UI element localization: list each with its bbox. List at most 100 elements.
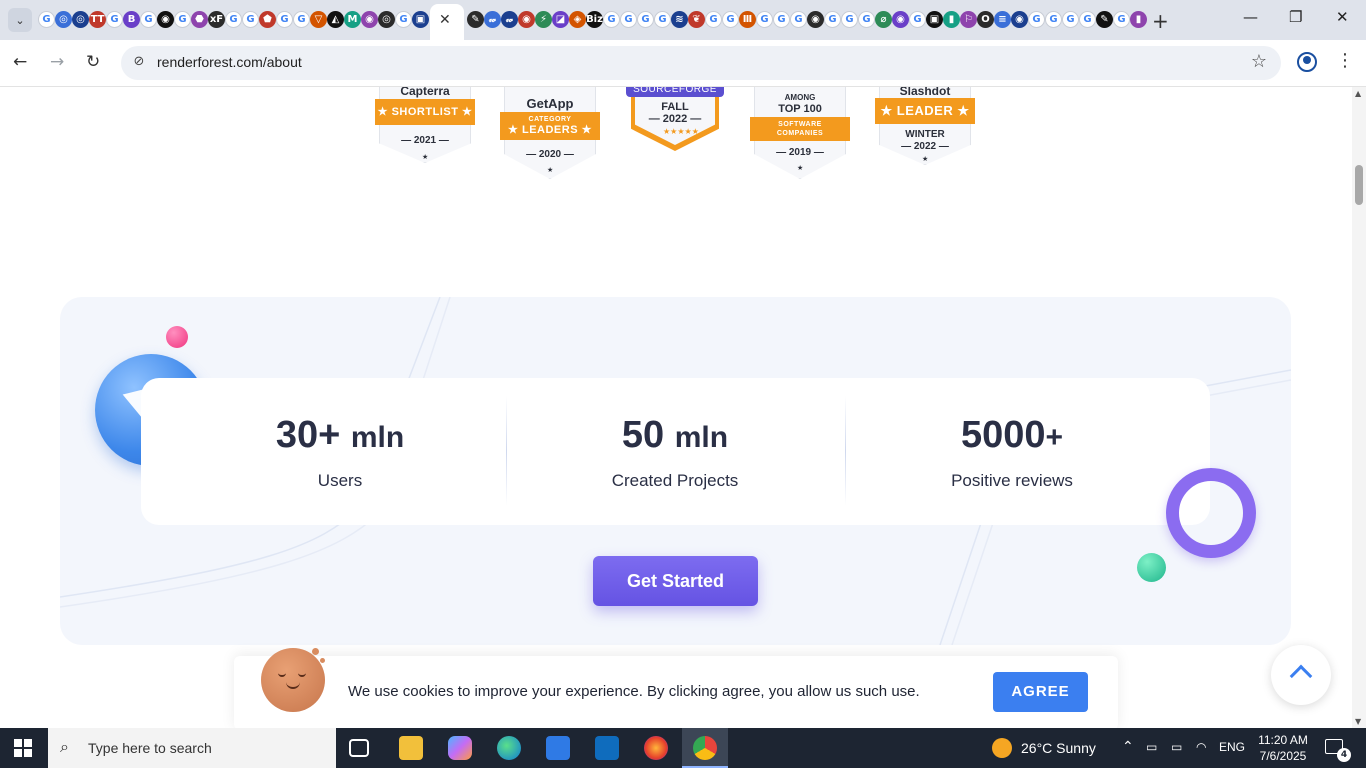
taskbar-search[interactable]: ⌕ Type here to search bbox=[48, 728, 336, 768]
tab-favicon-icon[interactable]: G bbox=[773, 11, 790, 28]
tab-favicon-icon[interactable]: G bbox=[722, 11, 739, 28]
tab-favicon-icon[interactable]: ◉ bbox=[892, 11, 909, 28]
tab-favicon-icon[interactable]: G bbox=[1113, 11, 1130, 28]
tab-favicon-icon[interactable]: G bbox=[293, 11, 310, 28]
tab-favicon-icon[interactable]: G bbox=[1028, 11, 1045, 28]
wifi-icon[interactable]: ◠ bbox=[1196, 740, 1206, 754]
tab-favicon-icon[interactable]: ◪ bbox=[552, 11, 569, 28]
chrome-icon[interactable] bbox=[693, 736, 717, 760]
tab-favicon-icon[interactable]: ◎ bbox=[72, 11, 89, 28]
tab-favicon-icon[interactable]: ◎ bbox=[55, 11, 72, 28]
tab-favicon-icon[interactable]: Ⅲ bbox=[739, 11, 756, 28]
tab-favicon-icon[interactable]: G bbox=[620, 11, 637, 28]
clock[interactable]: 11:20 AM 7/6/2025 bbox=[1250, 732, 1316, 764]
tab-favicon-icon[interactable]: ≋ bbox=[671, 11, 688, 28]
tab-search-button[interactable]: ⌄ bbox=[8, 8, 32, 32]
close-icon[interactable]: ✕ bbox=[439, 12, 451, 28]
copilot-icon[interactable] bbox=[448, 736, 472, 760]
agree-button[interactable]: AGREE bbox=[993, 672, 1088, 712]
tab-favicon-icon[interactable]: O bbox=[977, 11, 994, 28]
bookmark-star-icon[interactable]: ☆ bbox=[1251, 51, 1267, 72]
tab-favicon-icon[interactable]: B bbox=[123, 11, 140, 28]
scrollbar-thumb[interactable] bbox=[1355, 165, 1363, 205]
tab-favicon-icon[interactable]: ▮ bbox=[943, 11, 960, 28]
edge-icon[interactable] bbox=[497, 736, 521, 760]
tray-expand-icon[interactable]: ⌃ bbox=[1122, 738, 1134, 755]
browser-menu-button[interactable]: ⋮ bbox=[1336, 50, 1354, 71]
tab-favicon-icon[interactable]: ⌀ bbox=[875, 11, 892, 28]
reload-button[interactable]: ↻ bbox=[86, 52, 100, 72]
tab-favicon-icon[interactable]: ▣ bbox=[412, 11, 429, 28]
tab-favicon-icon[interactable]: ◉ bbox=[807, 11, 824, 28]
tab-favicon-icon[interactable]: G bbox=[637, 11, 654, 28]
tab-favicon-icon[interactable]: Biz bbox=[586, 11, 603, 28]
weather-sun-icon[interactable] bbox=[992, 738, 1012, 758]
start-button[interactable] bbox=[14, 739, 32, 757]
tab-favicon-icon[interactable]: ❦ bbox=[688, 11, 705, 28]
task-view-icon[interactable] bbox=[349, 739, 369, 757]
tab-favicon-icon[interactable]: G bbox=[824, 11, 841, 28]
tab-favicon-icon[interactable]: M bbox=[344, 11, 361, 28]
scroll-to-top-button[interactable] bbox=[1271, 645, 1331, 705]
tab-favicon-icon[interactable]: ⚐ bbox=[960, 11, 977, 28]
tab-favicon-icon[interactable]: G bbox=[1045, 11, 1062, 28]
tab-favicon-icon[interactable]: ◈ bbox=[569, 11, 586, 28]
page-scrollbar[interactable]: ▲ ▼ bbox=[1352, 87, 1366, 728]
tab-favicon-icon[interactable]: 𝓌 bbox=[501, 11, 518, 28]
store-icon[interactable] bbox=[546, 736, 570, 760]
tab-favicon-icon[interactable]: ⬣ bbox=[191, 11, 208, 28]
tab-favicon-icon[interactable]: G bbox=[705, 11, 722, 28]
tab-favicon-icon[interactable]: G bbox=[756, 11, 773, 28]
tab-favicon-icon[interactable]: 𝓌 bbox=[484, 11, 501, 28]
meet-icon[interactable]: ▭ bbox=[1146, 740, 1157, 754]
tab-favicon-icon[interactable]: G bbox=[790, 11, 807, 28]
tab-favicon-icon[interactable]: G bbox=[174, 11, 191, 28]
forward-button[interactable]: → bbox=[50, 52, 64, 72]
language-indicator[interactable]: ENG bbox=[1219, 740, 1245, 754]
tab-favicon-icon[interactable]: G bbox=[909, 11, 926, 28]
tab-favicon-icon[interactable]: ⬟ bbox=[259, 11, 276, 28]
tab-favicon-icon[interactable]: ◎ bbox=[378, 11, 395, 28]
tab-favicon-icon[interactable]: ▮ bbox=[1130, 11, 1147, 28]
window-close-button[interactable]: ✕ bbox=[1336, 8, 1349, 26]
minimize-button[interactable]: — bbox=[1243, 8, 1258, 26]
file-explorer-icon[interactable] bbox=[399, 736, 423, 760]
url-text[interactable]: renderforest.com/about bbox=[157, 54, 302, 70]
tab-favicon-icon[interactable]: ◉ bbox=[361, 11, 378, 28]
get-started-button[interactable]: Get Started bbox=[593, 556, 758, 606]
tab-favicon-icon[interactable]: G bbox=[395, 11, 412, 28]
tab-favicon-icon[interactable]: G bbox=[841, 11, 858, 28]
tab-favicon-icon[interactable]: ◉ bbox=[518, 11, 535, 28]
battery-icon[interactable]: ▭ bbox=[1171, 740, 1182, 754]
site-info-icon[interactable]: ⊘ bbox=[130, 54, 148, 72]
tab-favicon-icon[interactable]: ◭ bbox=[327, 11, 344, 28]
tab-favicon-icon[interactable]: G bbox=[603, 11, 620, 28]
tab-favicon-icon[interactable]: G bbox=[106, 11, 123, 28]
tab-favicon-icon[interactable]: G bbox=[225, 11, 242, 28]
tab-favicon-icon[interactable]: G bbox=[242, 11, 259, 28]
tab-favicon-icon[interactable]: G bbox=[654, 11, 671, 28]
tab-favicon-icon[interactable]: ▽ bbox=[310, 11, 327, 28]
tab-favicon-icon[interactable]: ⚡ bbox=[535, 11, 552, 28]
scroll-down-arrow[interactable]: ▼ bbox=[1355, 717, 1361, 726]
tab-favicon-icon[interactable]: G bbox=[38, 11, 55, 28]
tab-favicon-icon[interactable]: ≡ bbox=[994, 11, 1011, 28]
new-tab-button[interactable]: + bbox=[1152, 9, 1169, 33]
profile-icon[interactable] bbox=[1297, 52, 1317, 72]
tab-favicon-icon[interactable]: xF bbox=[208, 11, 225, 28]
back-button[interactable]: ← bbox=[13, 52, 27, 72]
tab-favicon-icon[interactable]: ✎ bbox=[1096, 11, 1113, 28]
tab-favicon-icon[interactable]: ✎ bbox=[467, 11, 484, 28]
tab-favicon-icon[interactable]: G bbox=[1079, 11, 1096, 28]
tab-favicon-icon[interactable]: ◉ bbox=[1011, 11, 1028, 28]
tab-favicon-icon[interactable]: G bbox=[140, 11, 157, 28]
active-tab[interactable]: ✕ bbox=[430, 4, 464, 40]
scroll-up-arrow[interactable]: ▲ bbox=[1355, 89, 1361, 98]
weather-text[interactable]: 26°C Sunny bbox=[1021, 740, 1096, 756]
tab-favicon-icon[interactable]: G bbox=[276, 11, 293, 28]
tab-favicon-icon[interactable]: ◉ bbox=[157, 11, 174, 28]
tab-favicon-icon[interactable]: ▣ bbox=[926, 11, 943, 28]
address-bar[interactable]: ⊘ renderforest.com/about ☆ bbox=[121, 46, 1281, 80]
firefox-icon[interactable] bbox=[644, 736, 668, 760]
restore-button[interactable]: ❐ bbox=[1289, 8, 1302, 26]
